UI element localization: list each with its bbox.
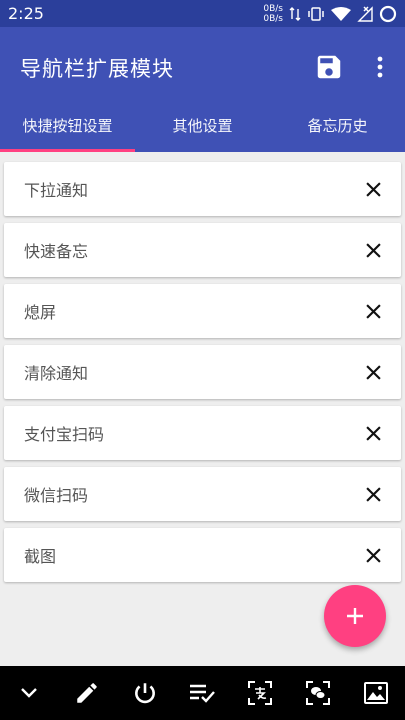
remove-button[interactable] (361, 299, 385, 323)
more-vert-icon (377, 56, 383, 78)
screenshot-icon (363, 682, 388, 704)
list-item[interactable]: 清除通知 (4, 345, 401, 399)
quick-button-list: 下拉通知 快速备忘 熄屏 清除通知 支付宝扫码 微信扫码 截图 (4, 162, 401, 589)
status-time: 2:25 (8, 4, 44, 23)
net-speed-down: 0B/s (263, 13, 283, 24)
app-bar: 导航栏扩展模块 快捷按钮设置 其他设置 备忘历史 (0, 27, 405, 152)
status-bar: 2:25 0B/s 0B/s (0, 0, 405, 27)
close-icon (365, 486, 381, 502)
more-options-button[interactable] (368, 51, 392, 83)
remove-button[interactable] (361, 238, 385, 262)
remove-button[interactable] (361, 360, 385, 384)
wifi-icon (331, 6, 351, 21)
tab-memo-history[interactable]: 备忘历史 (270, 99, 405, 152)
remove-button[interactable] (361, 177, 385, 201)
list-item[interactable]: 截图 (4, 528, 401, 582)
nav-alipay-scan-button[interactable] (240, 673, 280, 713)
circle-icon (379, 5, 397, 23)
list-item-label: 截图 (24, 547, 57, 566)
list-item[interactable]: 下拉通知 (4, 162, 401, 216)
list-item[interactable]: 微信扫码 (4, 467, 401, 521)
vibrate-icon (307, 6, 325, 21)
close-icon (365, 242, 381, 258)
tab-other-settings[interactable]: 其他设置 (135, 99, 270, 152)
list-item[interactable]: 快速备忘 (4, 223, 401, 277)
remove-button[interactable] (361, 543, 385, 567)
net-speed: 0B/s 0B/s (263, 4, 283, 24)
status-icons: 0B/s 0B/s (263, 4, 397, 24)
nav-collapse-button[interactable] (9, 673, 49, 713)
list-item[interactable]: 熄屏 (4, 284, 401, 338)
nav-wechat-scan-button[interactable] (298, 673, 338, 713)
list-item[interactable]: 支付宝扫码 (4, 406, 401, 460)
net-speed-up: 0B/s (263, 3, 283, 14)
close-icon (365, 181, 381, 197)
scan-alipay-icon (248, 681, 273, 705)
remove-button[interactable] (361, 482, 385, 506)
list-item-label: 清除通知 (24, 364, 89, 383)
navigation-bar (0, 666, 405, 720)
nav-screenshot-button[interactable] (356, 673, 396, 713)
add-button[interactable] (324, 585, 386, 647)
chevron-down-icon (21, 688, 37, 698)
nav-power-button[interactable] (125, 673, 165, 713)
list-item-label: 快速备忘 (24, 242, 89, 261)
power-icon (134, 683, 155, 704)
list-item-label: 微信扫码 (24, 486, 89, 505)
tab-bar: 快捷按钮设置 其他设置 备忘历史 (0, 99, 405, 152)
no-signal-icon (357, 5, 373, 22)
app-title: 导航栏扩展模块 (20, 57, 174, 81)
remove-button[interactable] (361, 421, 385, 445)
checklist-icon (190, 684, 216, 703)
tab-quick-buttons[interactable]: 快捷按钮设置 (0, 99, 135, 152)
close-icon (365, 547, 381, 563)
nav-memo-button[interactable] (67, 673, 107, 713)
close-icon (365, 303, 381, 319)
close-icon (365, 425, 381, 441)
list-item-label: 支付宝扫码 (24, 425, 105, 444)
scan-wechat-icon (306, 681, 331, 705)
nav-clear-notifications-button[interactable] (182, 673, 222, 713)
pencil-icon (77, 683, 97, 703)
list-item-label: 下拉通知 (24, 181, 89, 200)
close-icon (365, 364, 381, 380)
save-button[interactable] (313, 51, 345, 83)
plus-icon (347, 608, 363, 624)
data-transfer-icon (289, 6, 301, 21)
list-item-label: 熄屏 (24, 303, 57, 322)
save-icon (317, 55, 341, 79)
